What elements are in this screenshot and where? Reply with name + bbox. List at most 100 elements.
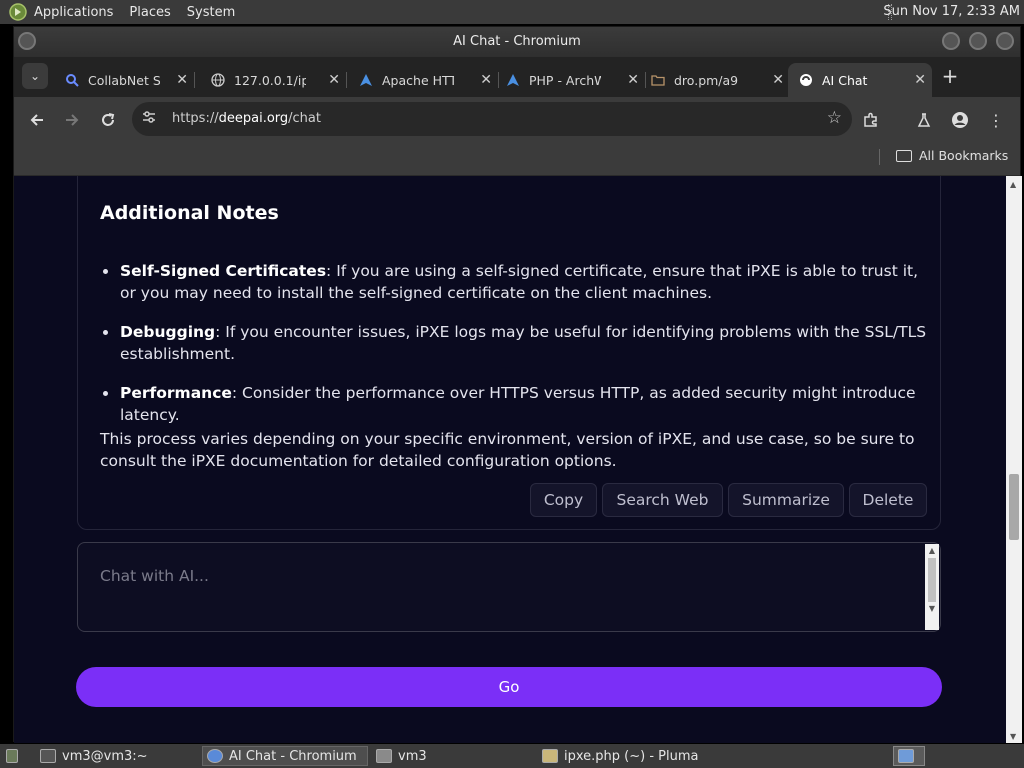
forward-button[interactable] <box>59 107 85 133</box>
arch-logo-icon <box>358 72 374 88</box>
tab-ai-chat[interactable]: AI Chat ✕ <box>788 63 932 97</box>
tab-label: CollabNet Se <box>88 72 160 88</box>
new-tab-button[interactable]: + <box>938 65 962 89</box>
tab-apache-http[interactable]: Apache HTTP ✕ <box>348 63 499 97</box>
tab-collabnet[interactable]: CollabNet Se ✕ <box>54 63 195 97</box>
mate-logo-icon[interactable] <box>8 2 28 22</box>
menu-button[interactable]: ⋮ <box>983 107 1009 133</box>
chat-input-scrollbar[interactable]: ▲ ▼ <box>925 544 939 630</box>
tab-label: AI Chat <box>822 72 868 88</box>
bullet-text: : Consider the performance over HTTPS ve… <box>120 384 916 424</box>
scroll-up-icon[interactable]: ▲ <box>1010 180 1016 189</box>
list-item: Performance: Consider the performance ov… <box>103 382 930 426</box>
show-desktop-button[interactable] <box>2 746 24 766</box>
scrollbar-thumb[interactable] <box>928 558 936 602</box>
close-icon[interactable]: ✕ <box>627 72 639 88</box>
maximize-button[interactable] <box>969 32 987 50</box>
terminal-icon <box>40 749 56 763</box>
taskbar-item-label: ipxe.php (~) - Pluma <box>564 748 699 764</box>
tab-ipxe-local[interactable]: 127.0.0.1/ipx ✕ <box>200 63 347 97</box>
minimize-button[interactable] <box>942 32 960 50</box>
scroll-down-icon[interactable]: ▼ <box>925 604 939 613</box>
tab-php-archwiki[interactable]: PHP - ArchW ✕ <box>495 63 646 97</box>
chromium-icon <box>207 749 223 763</box>
deepai-icon <box>798 72 814 88</box>
back-button[interactable] <box>24 107 50 133</box>
bookmarks-divider <box>879 149 880 165</box>
folder-icon <box>376 749 392 763</box>
url-scheme: https:// <box>172 111 219 126</box>
tab-search-dropdown[interactable]: ⌄ <box>22 63 48 89</box>
list-item: Self-Signed Certificates: If you are usi… <box>103 260 930 304</box>
close-icon[interactable]: ✕ <box>772 72 784 88</box>
all-bookmarks-label: All Bookmarks <box>919 148 1009 163</box>
applications-menu[interactable]: Applications <box>34 5 113 20</box>
kebab-menu-icon: ⋮ <box>988 110 1004 130</box>
workspace-switcher[interactable] <box>893 746 925 766</box>
site-settings-icon[interactable] <box>140 110 158 128</box>
chevron-down-icon: ⌄ <box>29 69 41 83</box>
taskbar-item-pluma[interactable]: ipxe.php (~) - Pluma <box>538 746 738 766</box>
tab-divider <box>194 72 195 88</box>
search-icon <box>64 72 80 88</box>
taskbar-item-chromium[interactable]: AI Chat - Chromium <box>202 746 368 766</box>
scroll-down-icon[interactable]: ▼ <box>1010 732 1016 741</box>
tab-strip: CollabNet Se ✕ 127.0.0.1/ipx ✕ Apache HT… <box>14 57 1020 97</box>
url-text: https://deepai.org/chat <box>172 111 321 126</box>
page-scrollbar[interactable]: ▲ ▼ <box>1006 176 1022 743</box>
list-item: Debugging: If you encounter issues, iPXE… <box>103 321 930 365</box>
reload-button[interactable] <box>95 107 121 133</box>
bookmark-star-icon[interactable]: ☆ <box>827 108 842 128</box>
taskbar-item-file-manager[interactable]: vm3 <box>372 746 532 766</box>
desktop-icon <box>6 749 18 763</box>
summarize-button[interactable]: Summarize <box>728 483 844 517</box>
scroll-up-icon[interactable]: ▲ <box>925 546 939 555</box>
window-title: AI Chat - Chromium <box>453 34 581 49</box>
desktop-screen: Applications Places System Sun Nov 17, 2… <box>0 0 1024 768</box>
avatar-icon <box>952 112 968 128</box>
search-web-button[interactable]: Search Web <box>602 483 723 517</box>
folder-icon <box>650 72 666 88</box>
all-bookmarks-button[interactable]: All Bookmarks <box>896 148 1008 163</box>
scrollbar-thumb[interactable] <box>1009 474 1019 540</box>
puzzle-icon <box>864 112 877 127</box>
extensions-button[interactable] <box>858 107 884 133</box>
chat-input-placeholder: Chat with AI... <box>100 567 209 585</box>
close-icon[interactable]: ✕ <box>480 72 492 88</box>
places-menu[interactable]: Places <box>129 5 170 20</box>
tab-label: Apache HTTP <box>382 72 454 88</box>
arch-logo-icon <box>505 72 521 88</box>
plus-icon: + <box>941 64 959 88</box>
reload-icon <box>102 113 115 126</box>
web-page: Additional Notes Self-Signed Certificate… <box>14 176 1006 743</box>
tab-label: PHP - ArchW <box>529 72 601 88</box>
taskbar-item-terminal[interactable]: vm3@vm3:~ <box>36 746 196 766</box>
window-titlebar[interactable]: AI Chat - Chromium <box>14 27 1020 57</box>
bullet-term: Self-Signed Certificates <box>120 262 327 280</box>
close-icon[interactable]: ✕ <box>914 72 926 88</box>
back-arrow-icon <box>30 114 43 126</box>
chat-input[interactable]: Chat with AI... ▲ ▼ <box>77 542 941 632</box>
browser-window: AI Chat - Chromium CollabNet Se ✕ 127.0.… <box>13 26 1022 743</box>
copy-button[interactable]: Copy <box>530 483 597 517</box>
taskbar-item-label: AI Chat - Chromium <box>229 748 357 764</box>
tab-dro-pm[interactable]: dro.pm/a9 ✕ <box>640 63 790 97</box>
address-bar[interactable]: https://deepai.org/chat ☆ <box>132 102 852 136</box>
workspace-icon <box>898 749 914 763</box>
bullet-text: : If you encounter issues, iPXE logs may… <box>120 323 927 363</box>
labs-button[interactable] <box>911 107 937 133</box>
delete-button[interactable]: Delete <box>849 483 927 517</box>
close-icon[interactable]: ✕ <box>176 72 188 88</box>
profile-button[interactable] <box>947 107 973 133</box>
tab-label: dro.pm/a9 <box>674 72 739 88</box>
clock[interactable]: Sun Nov 17, 2:33 AM <box>883 4 1020 19</box>
close-icon[interactable]: ✕ <box>328 72 340 88</box>
folder-icon <box>896 149 912 162</box>
bullet-term: Debugging <box>120 323 216 341</box>
system-menu[interactable]: System <box>187 5 235 20</box>
close-window-button[interactable] <box>996 32 1014 50</box>
window-menu-button[interactable] <box>18 32 36 50</box>
forward-arrow-icon <box>66 114 79 126</box>
go-button[interactable]: Go <box>76 667 942 707</box>
text-editor-icon <box>542 749 558 763</box>
